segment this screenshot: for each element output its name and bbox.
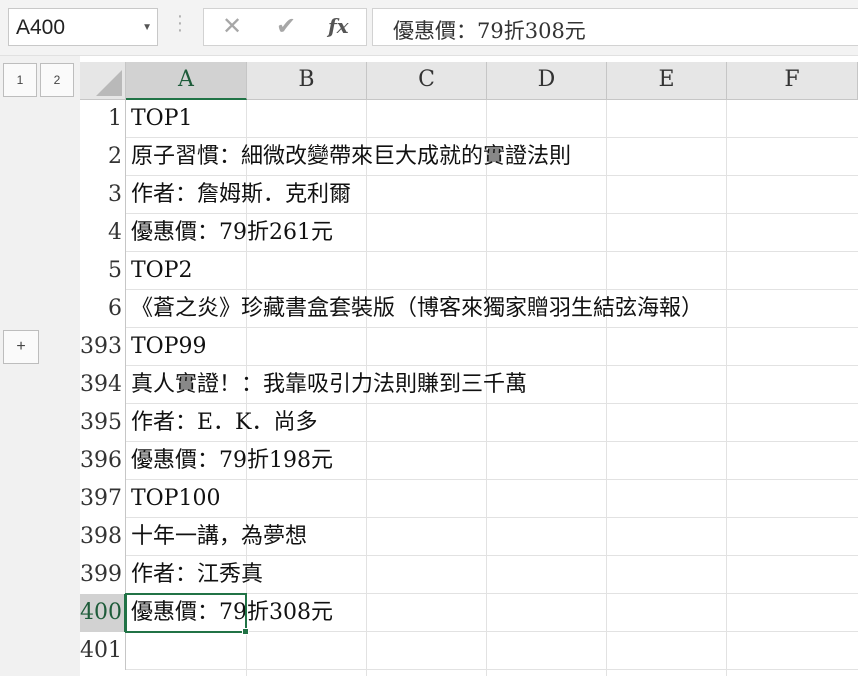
column-header-b[interactable]: B — [247, 62, 367, 100]
row-header[interactable]: 6 — [80, 290, 126, 328]
table-row — [126, 328, 858, 366]
cell-a397[interactable]: TOP100 — [131, 480, 221, 518]
outline-level-2-button[interactable]: 2 — [40, 63, 74, 97]
cancel-icon[interactable]: ✕ — [222, 12, 242, 40]
row-header[interactable]: 4 — [80, 214, 126, 252]
cell-a6[interactable]: 《蒼之炎》珍藏書盒套裝版（博客來獨家贈羽生結弦海報） — [131, 290, 703, 328]
row-header[interactable]: 399 — [80, 556, 126, 594]
column-header-e[interactable]: E — [607, 62, 727, 100]
row-header[interactable]: 398 — [80, 518, 126, 556]
expand-group-button[interactable]: + — [3, 330, 39, 364]
insert-function-icon[interactable]: fx — [328, 14, 349, 38]
cell-a2[interactable]: 原子習慣：細微改變帶來巨大成就的實證法則 — [131, 138, 571, 176]
outline-gutter: 1 2 + — [0, 56, 80, 676]
row-header[interactable]: 1 — [80, 100, 126, 138]
row-header[interactable]: 396 — [80, 442, 126, 480]
table-row — [126, 100, 858, 138]
name-box[interactable]: A400 ▼ — [8, 8, 158, 46]
row-header[interactable]: 393 — [80, 328, 126, 366]
cell-a399[interactable]: 作者：江秀真 — [131, 556, 263, 594]
select-all-button[interactable] — [80, 62, 126, 100]
cell-a394[interactable]: 真人實證！：我靠吸引力法則賺到三千萬 — [131, 366, 527, 404]
more-options-icon[interactable]: · · · — [170, 6, 190, 43]
outline-level-1-button[interactable]: 1 — [3, 63, 37, 97]
row-header[interactable]: 2 — [80, 138, 126, 176]
table-row — [126, 480, 858, 518]
cell-a398[interactable]: 十年一講，為夢想 — [131, 518, 307, 556]
row-header[interactable]: 401 — [80, 632, 126, 670]
fill-handle[interactable] — [242, 628, 249, 635]
column-header-d[interactable]: D — [487, 62, 607, 100]
table-row — [126, 632, 858, 670]
column-header-a[interactable]: A — [126, 62, 247, 100]
row-header[interactable]: 395 — [80, 404, 126, 442]
table-row — [126, 252, 858, 290]
row-header-active[interactable]: 400 — [80, 594, 126, 632]
cell-a1[interactable]: TOP1 — [131, 100, 193, 138]
row-header[interactable]: 394 — [80, 366, 126, 404]
column-header-c[interactable]: C — [367, 62, 487, 100]
cell-a396[interactable]: 優惠價：79折198元 — [131, 442, 333, 480]
row-header[interactable]: 397 — [80, 480, 126, 518]
cell-a393[interactable]: TOP99 — [131, 328, 207, 366]
formula-bar: A400 ▼ · · · ✕ ✔ fx 優惠價：79折308元 — [0, 0, 858, 56]
row-header[interactable]: 3 — [80, 176, 126, 214]
enter-icon[interactable]: ✔ — [276, 12, 296, 40]
cell-a400[interactable]: 優惠價：79折308元 — [131, 594, 333, 632]
column-header-f[interactable]: F — [727, 62, 858, 100]
cell-a4[interactable]: 優惠價：79折261元 — [131, 214, 333, 252]
cell-a3[interactable]: 作者：詹姆斯．克利爾 — [131, 176, 351, 214]
cell-a395[interactable]: 作者：E．K．尚多 — [131, 404, 318, 442]
formula-buttons: ✕ ✔ fx — [203, 8, 367, 46]
name-box-value: A400 — [16, 16, 66, 39]
chevron-down-icon[interactable]: ▼ — [142, 22, 152, 33]
formula-input[interactable]: 優惠價：79折308元 — [372, 8, 858, 46]
cell-a5[interactable]: TOP2 — [131, 252, 193, 290]
row-header[interactable]: 5 — [80, 252, 126, 290]
